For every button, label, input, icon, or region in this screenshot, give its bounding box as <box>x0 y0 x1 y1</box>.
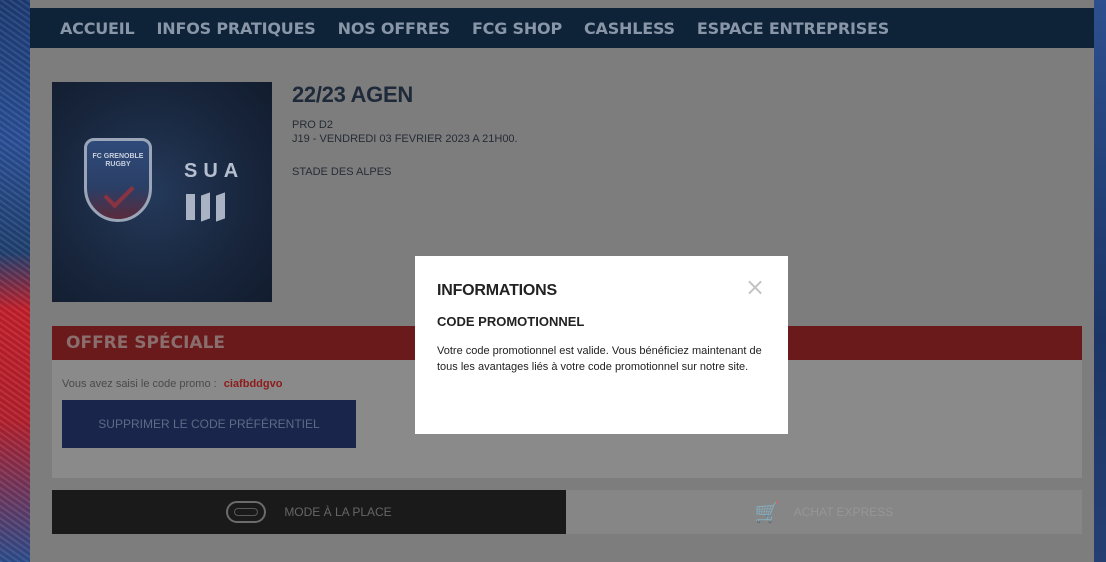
modal-title: INFORMATIONS <box>437 282 557 299</box>
modal-message: Votre code promotionnel est valide. Vous… <box>437 345 762 373</box>
nav-item-nos-offres[interactable]: NOS OFFRES <box>338 19 451 38</box>
fc-grenoble-logo-mark <box>103 177 135 209</box>
match-competition: PRO D2 <box>292 119 333 131</box>
promo-code-label: Vous avez saisi le code promo : <box>62 378 217 390</box>
nav-item-accueil[interactable]: ACCUEIL <box>60 19 135 38</box>
promo-code-value: ciafbddgvo <box>223 378 283 390</box>
nav-item-fcg-shop[interactable]: FCG SHOP <box>472 19 562 38</box>
tab-mode-a-la-place[interactable]: MODE À LA PLACE <box>52 490 566 534</box>
background-photo-left <box>0 0 30 562</box>
cart-icon: 🛒 <box>754 501 780 524</box>
sua-logo <box>186 192 225 222</box>
remove-promo-code-button[interactable]: SUPPRIMER LE CODE PRÉFÉRENTIEL <box>62 400 356 448</box>
special-offer-title: OFFRE SPÉCIALE <box>66 333 226 353</box>
background-photo-right <box>1094 0 1106 562</box>
purchase-mode-tabs: MODE À LA PLACE 🛒 ACHAT EXPRESS <box>52 490 1082 534</box>
fc-grenoble-logo-text: FC GRENOBLE RUGBY <box>92 153 144 168</box>
match-poster: FC GRENOBLE RUGBY SUA <box>52 82 272 302</box>
match-venue: STADE DES ALPES <box>292 166 392 178</box>
nav-item-infos-pratiques[interactable]: INFOS PRATIQUES <box>157 19 316 38</box>
promo-code-info: Vous avez saisi le code promo : ciafbddg… <box>62 378 282 390</box>
sua-logo-text: SUA <box>184 160 245 182</box>
modal-subtitle: CODE PROMOTIONNEL <box>437 314 585 329</box>
tab-mode-a-la-place-label: MODE À LA PLACE <box>284 505 392 519</box>
tab-achat-express-label: ACHAT EXPRESS <box>793 505 894 519</box>
nav-item-espace-entreprises[interactable]: ESPACE ENTREPRISES <box>697 19 889 38</box>
match-title: 22/23 AGEN <box>292 82 413 107</box>
tab-achat-express[interactable]: 🛒 ACHAT EXPRESS <box>566 490 1082 534</box>
fc-grenoble-logo: FC GRENOBLE RUGBY <box>84 138 152 222</box>
information-modal: INFORMATIONS × CODE PROMOTIONNEL Votre c… <box>415 256 788 434</box>
stadium-icon <box>226 501 267 523</box>
top-navigation: ACCUEIL INFOS PRATIQUES NOS OFFRES FCG S… <box>30 8 1094 48</box>
match-date: J19 - VENDREDI 03 FEVRIER 2023 A 21H00. <box>292 133 518 145</box>
nav-item-cashless[interactable]: CASHLESS <box>584 19 675 38</box>
close-icon[interactable]: × <box>744 275 766 299</box>
